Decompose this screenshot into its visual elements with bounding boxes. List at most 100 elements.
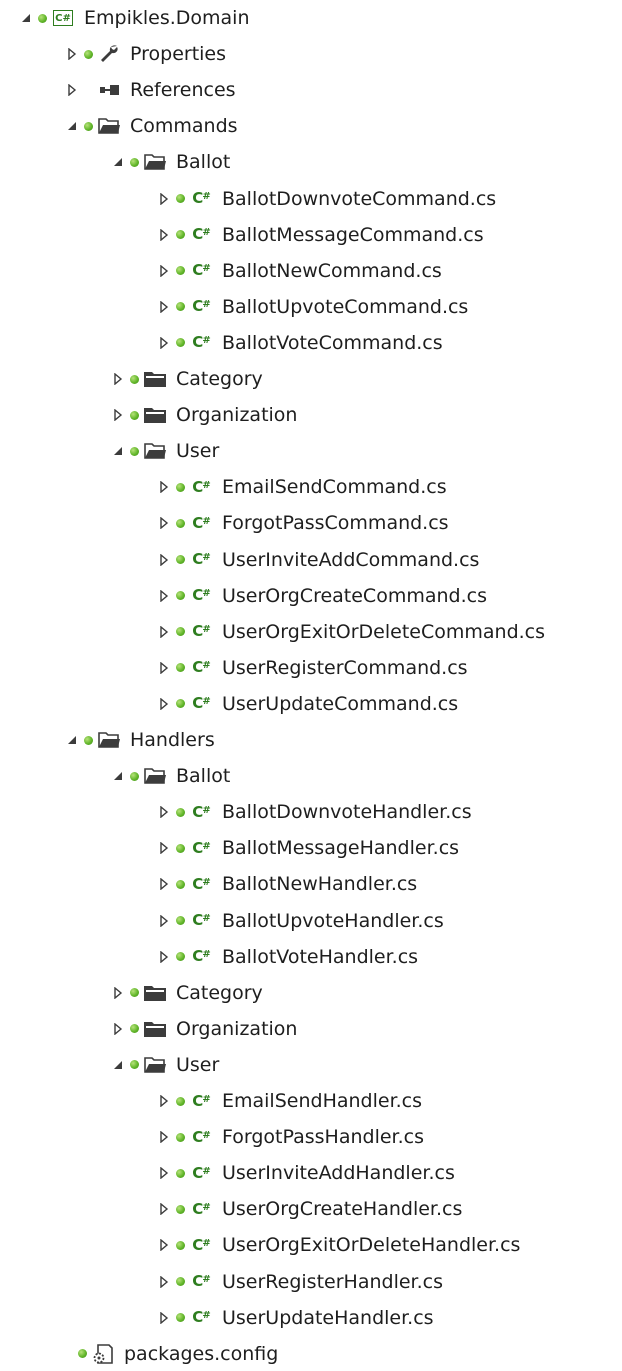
tree-item-user[interactable]: User [110, 434, 219, 468]
expander-collapsed-icon[interactable] [156, 335, 172, 351]
source-control-status-icon [130, 157, 139, 167]
expander-collapsed-icon[interactable] [156, 1201, 172, 1217]
expander-collapsed-icon[interactable] [156, 913, 172, 929]
expander-expanded-icon[interactable] [110, 443, 126, 459]
expander-expanded-icon[interactable] [110, 1057, 126, 1073]
expander-collapsed-icon[interactable] [156, 624, 172, 640]
expander-collapsed-icon[interactable] [156, 191, 172, 207]
tree-item-user[interactable]: User [110, 1048, 219, 1082]
expander-collapsed-icon[interactable] [156, 949, 172, 965]
tree-item-userregisterhandler[interactable]: C# UserRegisterHandler.cs [156, 1265, 443, 1299]
tree-item-label: References [130, 79, 236, 102]
tree-item-ballotvotecommand[interactable]: C# BallotVoteCommand.cs [156, 326, 443, 360]
tree-item-ballotdownvotecommand[interactable]: C# BallotDownvoteCommand.cs [156, 182, 496, 216]
expander-collapsed-icon[interactable] [110, 985, 126, 1001]
tree-item-label: UserInviteAddHandler.cs [222, 1162, 455, 1185]
expander-collapsed-icon[interactable] [156, 840, 172, 856]
tree-item-label: BallotDownvoteCommand.cs [222, 187, 497, 210]
tree-item-category[interactable]: Category [110, 976, 263, 1010]
expander-collapsed-icon[interactable] [156, 479, 172, 495]
source-control-status-icon [176, 627, 185, 637]
tree-item-userorgcreatehandler[interactable]: C# UserOrgCreateHandler.cs [156, 1192, 462, 1226]
expander-collapsed-icon[interactable] [64, 82, 80, 98]
source-control-status-icon [176, 266, 185, 276]
expander-collapsed-icon[interactable] [156, 552, 172, 568]
expander-collapsed-icon[interactable] [156, 1237, 172, 1253]
expander-collapsed-icon[interactable] [156, 1274, 172, 1290]
tree-item-properties[interactable]: Properties [64, 37, 226, 71]
expander-collapsed-icon[interactable] [156, 1165, 172, 1181]
expander-collapsed-icon[interactable] [156, 804, 172, 820]
tree-item-userupdatecommand[interactable]: C# UserUpdateCommand.cs [156, 687, 458, 721]
expander-collapsed-icon[interactable] [156, 876, 172, 892]
tree-item-userorgexitordeletehandler[interactable]: C# UserOrgExitOrDeleteHandler.cs [156, 1228, 520, 1262]
tree-item-label: BallotVoteCommand.cs [222, 331, 443, 354]
solution-explorer-tree: C# Empikles.Domain Properties References Com… [0, 0, 622, 1371]
folder-closed-icon [142, 981, 168, 1005]
source-control-status-icon [176, 1132, 185, 1142]
tree-item-userinviteaddhandler[interactable]: C# UserInviteAddHandler.cs [156, 1156, 455, 1190]
source-control-status-icon [176, 1277, 185, 1286]
tree-item-userinviteaddcommand[interactable]: C# UserInviteAddCommand.cs [156, 543, 479, 577]
tree-item-ballotmessagecommand[interactable]: C# BallotMessageCommand.cs [156, 218, 484, 252]
expander-collapsed-icon[interactable] [64, 46, 80, 62]
tree-item-references[interactable]: References [64, 73, 236, 107]
tree-item-ballotnewhandler[interactable]: C# BallotNewHandler.cs [156, 867, 417, 901]
source-control-status-icon [130, 446, 139, 456]
source-control-status-icon [130, 374, 139, 384]
tree-item-ballot[interactable]: Ballot [110, 145, 230, 179]
expander-collapsed-icon[interactable] [156, 1129, 172, 1145]
tree-item-label: Organization [176, 404, 298, 427]
expander-collapsed-icon[interactable] [110, 371, 126, 387]
expander-expanded-icon[interactable] [64, 732, 80, 748]
tree-item-emailsendhandler[interactable]: C# EmailSendHandler.cs [156, 1084, 422, 1118]
expander-expanded-icon[interactable] [110, 768, 126, 784]
tree-item-organization[interactable]: Organization [110, 1012, 297, 1046]
tree-item-userregistercommand[interactable]: C# UserRegisterCommand.cs [156, 651, 468, 685]
expander-collapsed-icon[interactable] [110, 407, 126, 423]
csharp-file-icon: C# [192, 225, 210, 244]
csharp-file-icon: C# [192, 513, 210, 532]
csharp-file-icon: C# [192, 622, 210, 641]
expander-collapsed-icon[interactable] [156, 660, 172, 676]
expander-collapsed-icon[interactable] [110, 1021, 126, 1037]
tree-item-ballotmessagehandler[interactable]: C# BallotMessageHandler.cs [156, 831, 459, 865]
tree-item-packages-config[interactable]: packages.config [64, 1337, 278, 1371]
csharp-file-icon: C# [192, 802, 210, 821]
expander-collapsed-icon[interactable] [156, 299, 172, 315]
expander-collapsed-icon[interactable] [156, 515, 172, 531]
expander-collapsed-icon[interactable] [156, 1093, 172, 1109]
tree-item-ballotdownvotehandler[interactable]: C# BallotDownvoteHandler.cs [156, 795, 472, 829]
tree-item-emailsendcommand[interactable]: C# EmailSendCommand.cs [156, 470, 447, 504]
tree-item-label: packages.config [124, 1342, 279, 1365]
expander-expanded-icon[interactable] [18, 10, 34, 26]
expander-collapsed-icon[interactable] [156, 696, 172, 712]
tree-item-userupdatehandler[interactable]: C# UserUpdateHandler.cs [156, 1301, 434, 1335]
tree-item-ballotupvotehandler[interactable]: C# BallotUpvoteHandler.cs [156, 904, 444, 938]
tree-item-forgotpasscommand[interactable]: C# ForgotPassCommand.cs [156, 506, 449, 540]
expander-collapsed-icon[interactable] [156, 227, 172, 243]
source-control-status-icon [176, 1240, 185, 1250]
source-control-status-icon [176, 807, 185, 817]
tree-item-ballotnewcommand[interactable]: C# BallotNewCommand.cs [156, 254, 442, 288]
csharp-file-icon: C# [192, 189, 210, 207]
expander-collapsed-icon[interactable] [156, 1310, 172, 1326]
tree-item-userorgexitordeletecommand[interactable]: C# UserOrgExitOrDeleteCommand.cs [156, 615, 545, 649]
tree-item-empikles-domain[interactable]: C# Empikles.Domain [18, 1, 250, 35]
expander-collapsed-icon[interactable] [156, 263, 172, 279]
tree-item-forgotpasshandler[interactable]: C# ForgotPassHandler.cs [156, 1120, 424, 1154]
expander-collapsed-icon[interactable] [156, 588, 172, 604]
source-control-status-icon [38, 13, 47, 23]
tree-item-ballotupvotecommand[interactable]: C# BallotUpvoteCommand.cs [156, 290, 468, 324]
tree-item-organization[interactable]: Organization [110, 398, 297, 432]
source-control-status-icon [78, 1349, 87, 1359]
source-control-status-icon [84, 121, 93, 131]
tree-item-userorgcreatecommand[interactable]: C# UserOrgCreateCommand.cs [156, 579, 487, 613]
tree-item-commands[interactable]: Commands [64, 109, 238, 143]
tree-item-ballot[interactable]: Ballot [110, 759, 230, 793]
expander-expanded-icon[interactable] [64, 118, 80, 134]
expander-expanded-icon[interactable] [110, 154, 126, 170]
tree-item-handlers[interactable]: Handlers [64, 723, 215, 757]
tree-item-ballotvotehandler[interactable]: C# BallotVoteHandler.cs [156, 940, 418, 974]
tree-item-category[interactable]: Category [110, 362, 263, 396]
